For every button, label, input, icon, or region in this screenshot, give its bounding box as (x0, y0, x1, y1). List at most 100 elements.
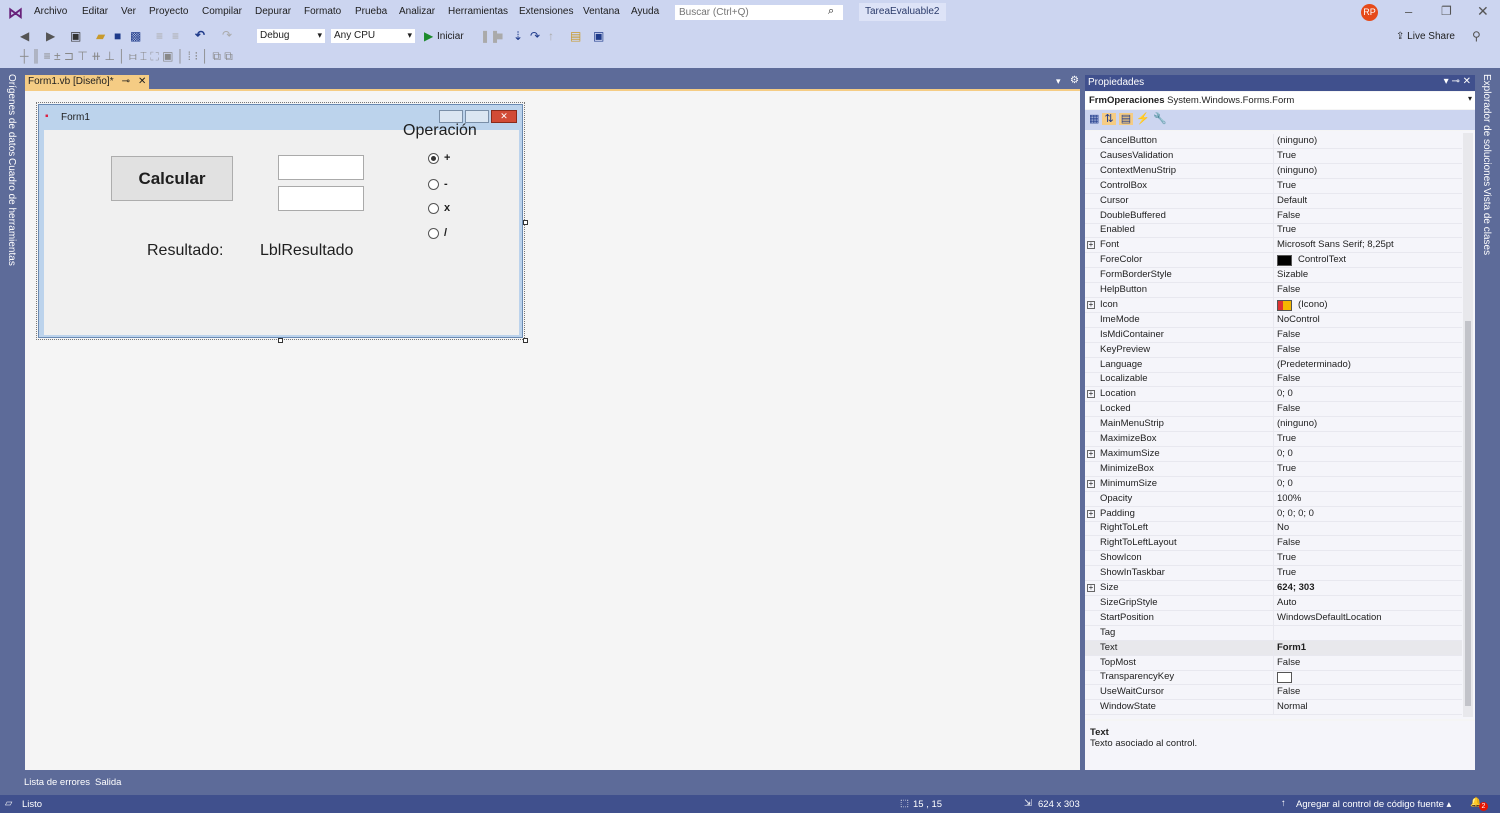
close-tab-icon[interactable]: ✕ (138, 76, 146, 88)
search-input[interactable] (674, 4, 844, 21)
panel-controls-icon[interactable]: ▾ ⊸ ✕ (1444, 76, 1471, 87)
categorized-icon[interactable]: ▦ (1089, 113, 1099, 125)
expand-icon[interactable]: + (1087, 300, 1095, 309)
property-row[interactable]: TopMost False (1085, 655, 1462, 671)
events-icon[interactable]: ⚡ (1136, 113, 1150, 125)
property-row[interactable]: ControlBox True (1085, 178, 1462, 194)
live-share-button[interactable]: ⇪ Live Share (1396, 31, 1455, 42)
minimize-button[interactable]: – (1405, 4, 1412, 19)
save-icon[interactable]: ■ (114, 29, 121, 43)
back-icon[interactable]: ◀ (20, 29, 29, 43)
property-row[interactable]: HelpButton False (1085, 283, 1462, 298)
radio-button[interactable] (428, 178, 439, 190)
property-pages-icon[interactable]: 🔧 (1153, 113, 1167, 125)
forward-icon[interactable]: ▶ (46, 29, 55, 43)
menu-extensiones[interactable]: Extensiones (519, 6, 573, 17)
property-row[interactable]: + Size 624; 303 (1085, 581, 1462, 596)
property-row[interactable]: + MinimumSize 0; 0 (1085, 476, 1462, 492)
radio-operation[interactable]: - (428, 178, 448, 190)
tab-data-sources[interactable]: Orígenes de datos (6, 74, 17, 156)
radio-operation[interactable]: + (428, 152, 450, 164)
property-row[interactable]: Tag (1085, 625, 1462, 641)
property-row[interactable]: CausesValidation True (1085, 148, 1462, 164)
properties-icon[interactable]: ▤ (1118, 113, 1134, 125)
resize-handle-right[interactable] (523, 220, 528, 225)
pin-icon[interactable]: ⊸ (122, 76, 130, 88)
menu-analizar[interactable]: Analizar (399, 6, 435, 17)
property-row[interactable]: SizeGripStyle Auto (1085, 595, 1462, 611)
property-row[interactable]: ImeMode NoControl (1085, 312, 1462, 328)
designer-surface[interactable]: ▪ Form1 ✕ Calcular Operación + - x / Result… (25, 89, 1080, 770)
number2-input[interactable] (278, 186, 364, 211)
step-over-icon[interactable]: ↷ (530, 29, 540, 43)
property-row[interactable]: MainMenuStrip (ninguno) (1085, 417, 1462, 433)
property-row[interactable]: Locked False (1085, 402, 1462, 418)
radio-operation[interactable]: x (428, 202, 450, 214)
property-row[interactable]: + Location 0; 0 (1085, 387, 1462, 403)
expand-icon[interactable]: + (1087, 241, 1095, 250)
property-row[interactable]: ShowIcon True (1085, 551, 1462, 567)
align-grid-icon[interactable]: ┼ ║ ≡ ± ⊐ ⊤ ⧺ ⊥ │ ⧦ ⌶ ⛶ ▣ │ ⁞ ⁝ │ ⧉ ⧉ (20, 49, 233, 63)
property-row[interactable]: Text Form1 (1085, 640, 1462, 656)
menu-archivo[interactable]: Archivo (34, 6, 67, 17)
resize-handle-bottom[interactable] (278, 338, 283, 343)
property-row[interactable]: ContextMenuStrip (ninguno) (1085, 163, 1462, 179)
tab-form1-design[interactable]: Form1.vb [Diseño]* ⊸ ✕ (25, 75, 150, 89)
tab-error-list[interactable]: Lista de errores (24, 777, 90, 788)
step-into-icon[interactable]: ⇣ (513, 29, 523, 43)
uncomment-icon[interactable]: ≡ (172, 29, 179, 43)
redo-icon[interactable]: ↷ (222, 28, 232, 42)
property-row[interactable]: CancelButton (ninguno) (1085, 134, 1462, 149)
property-row[interactable]: Localizable False (1085, 372, 1462, 388)
platform-select[interactable]: Any CPU (330, 28, 416, 44)
object-selector[interactable]: FrmOperaciones System.Windows.Forms.Form… (1085, 92, 1475, 109)
property-row[interactable]: ShowInTaskbar True (1085, 566, 1462, 582)
menu-editar[interactable]: Editar (82, 6, 108, 17)
tab-class-view[interactable]: Vista de clases (1481, 188, 1492, 255)
property-row[interactable]: MaximizeBox True (1085, 432, 1462, 447)
radio-button[interactable] (428, 227, 439, 239)
tab-output[interactable]: Salida (95, 777, 121, 788)
property-row[interactable]: Opacity 100% (1085, 491, 1462, 507)
menu-prueba[interactable]: Prueba (355, 6, 387, 17)
property-row[interactable]: + Font Microsoft Sans Serif; 8,25pt (1085, 238, 1462, 254)
property-row[interactable]: IsMdiContainer False (1085, 327, 1462, 343)
new-project-icon[interactable]: ▣ (70, 29, 81, 43)
start-button[interactable]: Iniciar (437, 31, 464, 42)
property-row[interactable]: Cursor Default (1085, 193, 1462, 209)
property-row[interactable]: MinimizeBox True (1085, 461, 1462, 477)
property-row[interactable]: Enabled True (1085, 223, 1462, 239)
property-row[interactable]: TransparencyKey (1085, 670, 1462, 686)
source-control-button[interactable]: Agregar al control de código fuente ▴ (1296, 799, 1451, 810)
number1-input[interactable] (278, 155, 364, 180)
form-window[interactable]: ▪ Form1 ✕ Calcular Operación + - x / Result… (38, 104, 523, 338)
menu-ayuda[interactable]: Ayuda (631, 6, 659, 17)
radio-button[interactable] (428, 152, 439, 164)
property-row[interactable]: + Icon (Icono) (1085, 297, 1462, 313)
stop-icon[interactable]: ■ (496, 29, 503, 43)
radio-button[interactable] (428, 202, 439, 214)
alphabetical-icon[interactable]: ⇅ (1102, 113, 1116, 125)
property-row[interactable]: WindowState Normal (1085, 700, 1462, 716)
close-window-button[interactable]: ✕ (1477, 3, 1489, 20)
expand-icon[interactable]: + (1087, 390, 1095, 399)
step-out-icon[interactable]: ↑ (548, 29, 554, 43)
dropdown-icon[interactable]: ▾ (1056, 76, 1061, 87)
expand-icon[interactable]: + (1087, 509, 1095, 518)
property-row[interactable]: + Padding 0; 0; 0; 0 (1085, 506, 1462, 522)
property-row[interactable]: KeyPreview False (1085, 342, 1462, 358)
menu-depurar[interactable]: Depurar (255, 6, 291, 17)
configuration-select[interactable]: Debug (256, 28, 326, 44)
property-scrollbar[interactable] (1463, 133, 1473, 717)
property-row[interactable]: RightToLeft No (1085, 521, 1462, 537)
menu-ver[interactable]: Ver (121, 6, 136, 17)
tab-toolbox[interactable]: Cuadro de herramientas (6, 158, 17, 266)
property-row[interactable]: Language (Predeterminado) (1085, 357, 1462, 373)
tab-solution-explorer[interactable]: Explorador de soluciones (1481, 74, 1492, 186)
property-row[interactable]: FormBorderStyle Sizable (1085, 268, 1462, 284)
scrollbar-thumb[interactable] (1465, 321, 1471, 706)
radio-operation[interactable]: / (428, 227, 447, 239)
property-row[interactable]: StartPosition WindowsDefaultLocation (1085, 610, 1462, 626)
expand-icon[interactable]: + (1087, 584, 1095, 592)
settings-icon[interactable]: ⚙ (1070, 75, 1079, 86)
